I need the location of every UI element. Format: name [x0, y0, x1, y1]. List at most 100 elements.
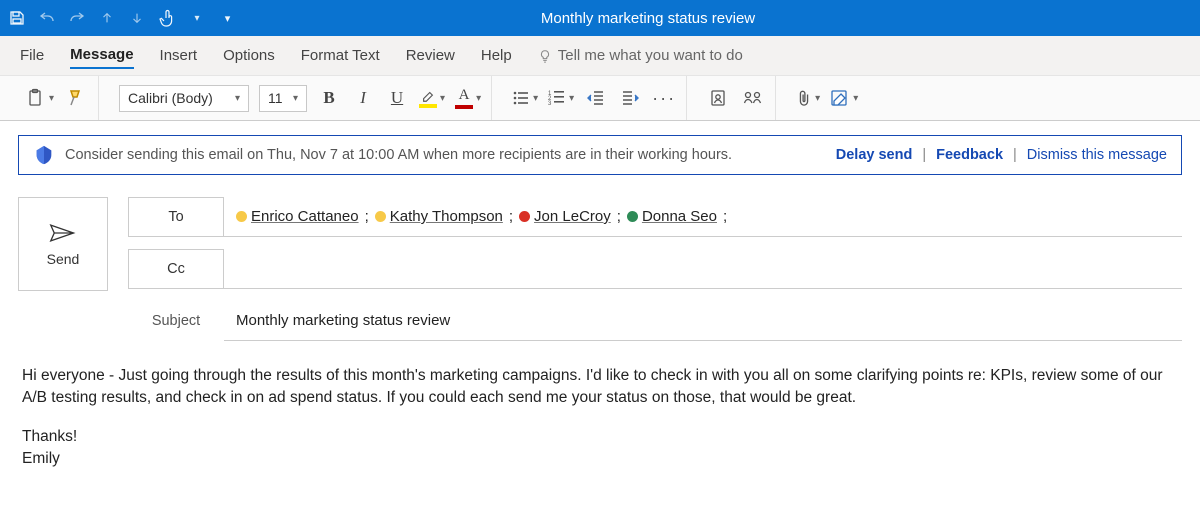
- font-color-button[interactable]: A ▾: [455, 84, 481, 112]
- tab-help[interactable]: Help: [481, 47, 512, 64]
- font-size-select[interactable]: 11 ▾: [259, 85, 307, 112]
- italic-button[interactable]: I: [351, 84, 375, 112]
- insights-banner: Consider sending this email on Thu, Nov …: [18, 135, 1182, 175]
- paste-button[interactable]: ▾: [26, 84, 54, 112]
- chevron-down-icon: ▾: [569, 93, 574, 104]
- send-icon: [49, 221, 77, 245]
- recipient-name: Donna Seo: [642, 208, 717, 225]
- font-color-letter: A: [459, 87, 470, 104]
- recipient-chip[interactable]: Jon LeCroy: [519, 208, 611, 225]
- numbering-button[interactable]: 123 ▾: [548, 84, 574, 112]
- recipient-chip[interactable]: Donna Seo: [627, 208, 717, 225]
- presence-indicator: [375, 211, 386, 222]
- highlight-button[interactable]: ▾: [419, 84, 445, 112]
- separator: |: [922, 147, 926, 163]
- down-arrow-icon[interactable]: [128, 9, 146, 27]
- bold-button[interactable]: B: [317, 84, 341, 112]
- chevron-down-icon: ▾: [235, 93, 240, 104]
- tab-message[interactable]: Message: [70, 46, 133, 69]
- tab-review[interactable]: Review: [406, 47, 455, 64]
- title-bar: ▾ ▾ Monthly marketing status review: [0, 0, 1200, 36]
- recipient-chip[interactable]: Kathy Thompson: [375, 208, 503, 225]
- redo-icon[interactable]: [68, 9, 86, 27]
- body-signature: Emily: [22, 448, 1178, 470]
- ribbon-clipboard-group: ▾: [16, 76, 99, 120]
- tab-insert[interactable]: Insert: [160, 47, 198, 64]
- ribbon-names-group: [697, 76, 776, 120]
- window-title: Monthly marketing status review: [236, 10, 1200, 27]
- ribbon-include-group: ▾ ▾: [786, 76, 868, 120]
- ribbon-tabs: File Message Insert Options Format Text …: [0, 36, 1200, 76]
- separator: |: [1013, 147, 1017, 163]
- chevron-down-icon: ▾: [49, 93, 54, 104]
- cc-button[interactable]: Cc: [128, 249, 224, 289]
- font-color-swatch: [455, 105, 473, 109]
- body-paragraph: Hi everyone - Just going through the res…: [22, 365, 1178, 410]
- decrease-indent-button[interactable]: [584, 84, 608, 112]
- to-button[interactable]: To: [128, 197, 224, 237]
- presence-indicator: [236, 211, 247, 222]
- svg-text:3: 3: [548, 101, 552, 107]
- cc-row: Cc: [128, 249, 1182, 289]
- increase-indent-button[interactable]: [618, 84, 642, 112]
- recipient-name: Enrico Cattaneo: [251, 208, 359, 225]
- qat-chevron-icon[interactable]: ▾: [188, 9, 206, 27]
- touch-mode-icon[interactable]: [158, 9, 176, 27]
- ribbon-paragraph-group: ▾ 123 ▾ ···: [502, 76, 687, 120]
- subject-field[interactable]: Monthly marketing status review: [224, 301, 1182, 341]
- recipient-chip[interactable]: Enrico Cattaneo: [236, 208, 359, 225]
- font-name-select[interactable]: Calibri (Body) ▾: [119, 85, 249, 112]
- tab-file[interactable]: File: [20, 47, 44, 64]
- send-button[interactable]: Send: [18, 197, 108, 291]
- insights-icon: [33, 144, 55, 166]
- address-book-button[interactable]: [707, 84, 731, 112]
- tab-format-text[interactable]: Format Text: [301, 47, 380, 64]
- subject-row: Subject Monthly marketing status review: [128, 301, 1182, 341]
- chevron-down-icon: ▾: [293, 93, 298, 104]
- recipient-name: Jon LeCroy: [534, 208, 611, 225]
- subject-value: Monthly marketing status review: [236, 312, 450, 329]
- to-row: To Enrico Cattaneo; Kathy Thompson; Jon …: [128, 197, 1182, 237]
- dismiss-link[interactable]: Dismiss this message: [1027, 147, 1167, 163]
- ribbon: ▾ Calibri (Body) ▾ 11 ▾ B I U ▾: [0, 76, 1200, 121]
- message-body[interactable]: Hi everyone - Just going through the res…: [18, 341, 1182, 471]
- cc-field[interactable]: [224, 249, 1182, 289]
- tab-options[interactable]: Options: [223, 47, 275, 64]
- feedback-link[interactable]: Feedback: [936, 147, 1003, 163]
- insights-text: Consider sending this email on Thu, Nov …: [65, 147, 732, 163]
- chevron-down-icon: ▾: [815, 93, 820, 104]
- font-size-value: 11: [268, 90, 283, 106]
- highlighter-icon: [420, 89, 436, 103]
- save-icon[interactable]: [8, 9, 26, 27]
- compose-area: Consider sending this email on Thu, Nov …: [0, 121, 1200, 471]
- chevron-down-icon: ▾: [476, 93, 481, 104]
- highlight-color-swatch: [419, 104, 437, 108]
- body-paragraph: Thanks!: [22, 426, 1178, 448]
- signature-button[interactable]: ▾: [830, 84, 858, 112]
- tell-me-search[interactable]: Tell me what you want to do: [538, 47, 743, 64]
- customize-qat-icon[interactable]: ▾: [218, 9, 236, 27]
- presence-indicator: [627, 211, 638, 222]
- format-painter-button[interactable]: [64, 84, 88, 112]
- message-header: Send To Enrico Cattaneo; Kathy Thompson;…: [18, 197, 1182, 341]
- to-field[interactable]: Enrico Cattaneo; Kathy Thompson; Jon LeC…: [224, 197, 1182, 237]
- presence-indicator: [519, 211, 530, 222]
- ribbon-font-group: Calibri (Body) ▾ 11 ▾ B I U ▾ A ▾: [109, 76, 492, 120]
- up-arrow-icon[interactable]: [98, 9, 116, 27]
- delay-send-link[interactable]: Delay send: [836, 147, 913, 163]
- bullets-button[interactable]: ▾: [512, 84, 538, 112]
- chevron-down-icon: ▾: [853, 93, 858, 104]
- subject-label: Subject: [128, 301, 224, 341]
- lightbulb-icon: [538, 49, 552, 63]
- chevron-down-icon: ▾: [440, 93, 445, 104]
- check-names-button[interactable]: [741, 84, 765, 112]
- undo-icon[interactable]: [38, 9, 56, 27]
- attach-file-button[interactable]: ▾: [796, 84, 820, 112]
- recipient-name: Kathy Thompson: [390, 208, 503, 225]
- send-label: Send: [47, 251, 80, 267]
- ribbon-overflow-button[interactable]: ···: [652, 84, 676, 112]
- tell-me-label: Tell me what you want to do: [558, 47, 743, 64]
- chevron-down-icon: ▾: [533, 93, 538, 104]
- quick-access-toolbar: ▾ ▾: [0, 9, 236, 27]
- underline-button[interactable]: U: [385, 84, 409, 112]
